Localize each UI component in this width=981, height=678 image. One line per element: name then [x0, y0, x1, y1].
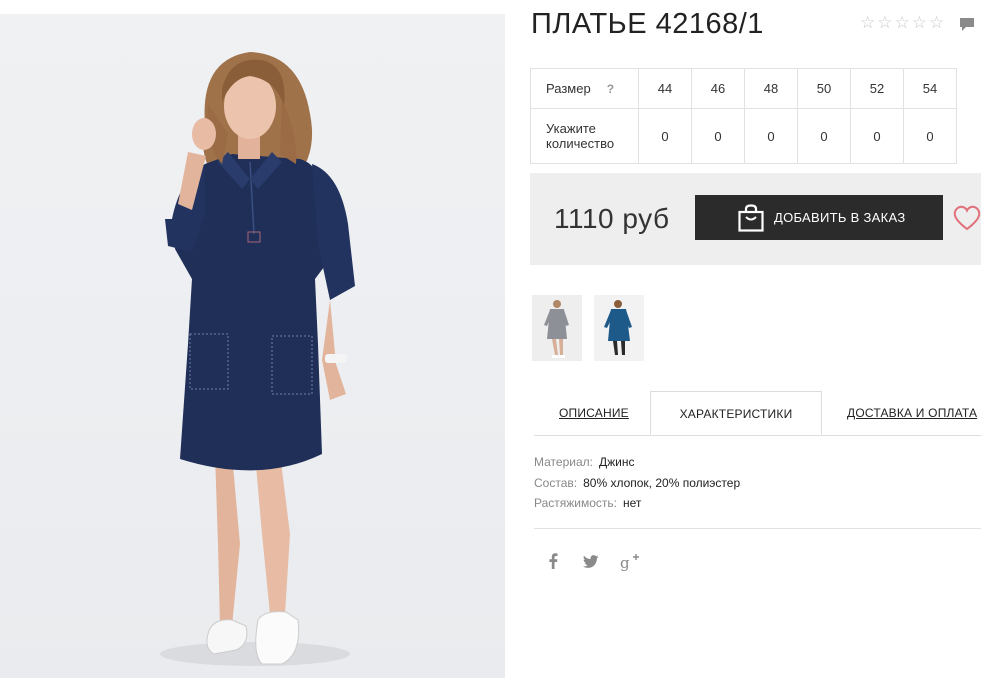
characteristic-value: нет [623, 496, 642, 510]
rating-stars[interactable]: ☆ ☆ ☆ ☆ ☆ [860, 14, 944, 31]
comment-icon[interactable] [959, 17, 975, 37]
characteristic-composition: Состав: 80% хлопок, 20% полиэстер [534, 473, 740, 494]
quantity-input[interactable]: 0 [797, 108, 851, 164]
characteristic-value: 80% хлопок, 20% полиэстер [583, 475, 741, 490]
section-divider [534, 528, 981, 529]
size-row: Размер? 44 46 48 50 52 54 [530, 68, 957, 109]
price-box: 1110 руб ДОБАВИТЬ В ЗАКАЗ [530, 173, 981, 265]
svg-text:g: g [620, 554, 630, 571]
characteristic-key: Состав: [534, 475, 578, 490]
size-label-cell: Размер? [530, 68, 639, 109]
quantity-label: Укажите количество [530, 108, 639, 164]
quantity-input[interactable]: 0 [691, 108, 745, 164]
add-to-order-button[interactable]: ДОБАВИТЬ В ЗАКАЗ [695, 195, 943, 240]
star-icon[interactable]: ☆ [912, 14, 927, 31]
size-cell: 52 [850, 68, 904, 109]
thumbnail-gray-dress[interactable] [532, 295, 582, 361]
star-icon[interactable]: ☆ [877, 14, 892, 31]
size-cell: 44 [638, 68, 692, 109]
characteristic-key: Материал: [534, 455, 593, 469]
characteristic-material: Материал: Джинс [534, 452, 740, 473]
quantity-input[interactable]: 0 [850, 108, 904, 164]
quantity-input[interactable]: 0 [638, 108, 692, 164]
price: 1110 руб [554, 203, 670, 234]
tab-description[interactable]: ОПИСАНИЕ [559, 406, 629, 420]
tab-characteristics[interactable]: ХАРАКТЕРИСТИКИ [650, 391, 822, 435]
product-photo[interactable] [0, 14, 505, 678]
facebook-icon[interactable] [548, 552, 558, 575]
quantity-input[interactable]: 0 [903, 108, 957, 164]
thumbnail-blue-dress[interactable] [594, 295, 644, 361]
heart-icon[interactable] [953, 205, 981, 236]
size-table: Размер? 44 46 48 50 52 54 Укажите количе… [530, 68, 957, 164]
characteristic-value: Джинс [598, 455, 635, 469]
tab-shipping-payment[interactable]: ДОСТАВКА И ОПЛАТА [847, 406, 977, 420]
star-icon[interactable]: ☆ [860, 14, 875, 31]
quantity-row: Укажите количество 0 0 0 0 0 0 [530, 108, 957, 164]
star-icon[interactable]: ☆ [929, 14, 944, 31]
size-label: Размер [546, 80, 591, 96]
characteristic-stretch: Растяжимость: нет [534, 493, 740, 514]
size-cell: 54 [903, 68, 957, 109]
characteristic-key: Растяжимость: [534, 496, 618, 510]
star-icon[interactable]: ☆ [895, 14, 910, 31]
product-photo-illustration [160, 52, 355, 666]
size-help-icon[interactable]: ? [607, 82, 614, 96]
quantity-input[interactable]: 0 [744, 108, 798, 164]
characteristics-list: Материал: Джинс Состав: 80% хлопок, 20% по… [534, 452, 740, 514]
shopping-bag-icon [738, 203, 764, 232]
add-to-order-label: ДОБАВИТЬ В ЗАКАЗ [774, 210, 906, 225]
size-cell: 50 [797, 68, 851, 109]
size-cell: 48 [744, 68, 798, 109]
size-cell: 46 [691, 68, 745, 109]
product-title: ПЛАТЬЕ 42168/1 [531, 8, 764, 40]
twitter-icon[interactable] [583, 555, 599, 573]
google-plus-icon[interactable]: g [620, 553, 640, 576]
